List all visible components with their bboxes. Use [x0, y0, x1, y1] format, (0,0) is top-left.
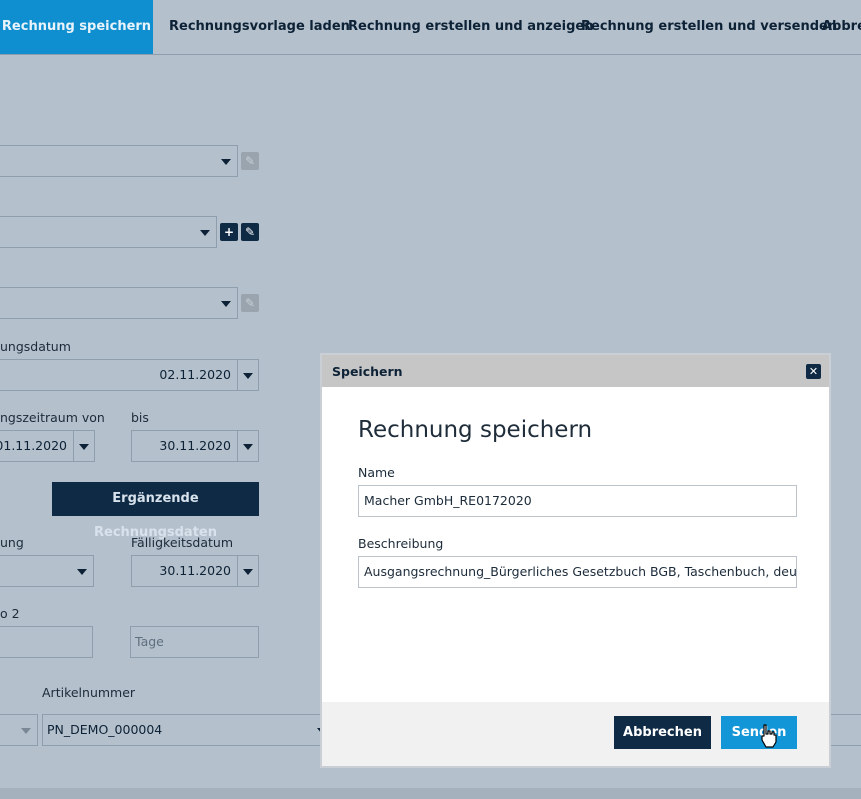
invoice-date-label: ungsdatum	[0, 339, 71, 354]
chevron-down-icon	[21, 728, 31, 734]
description-input[interactable]: Ausgangsrechnung_Bürgerliches Gesetzbuch…	[358, 556, 797, 588]
due-date-label: Fälligkeitsdatum	[131, 535, 234, 550]
chevron-down-icon	[243, 444, 253, 450]
plus-icon[interactable]: +	[220, 223, 238, 241]
dialog-header: Speichern ✕	[322, 355, 829, 387]
tab-rechnung-speichern[interactable]: Rechnung speichern	[0, 0, 153, 54]
extra-invoice-data-button[interactable]: Ergänzende Rechnungsdaten	[52, 482, 259, 540]
right-edge-field[interactable]	[829, 714, 861, 746]
field2-label: o 2	[0, 606, 20, 621]
tab-rechnung-erstellen-versenden[interactable]: Rechnung erstellen und versenden	[581, 0, 837, 54]
field2-input[interactable]	[0, 626, 93, 658]
select-field-2[interactable]	[0, 216, 217, 248]
payment-field[interactable]	[0, 555, 94, 587]
dialog-title: Rechnung speichern	[358, 417, 593, 443]
period-to-field[interactable]: 30.11.2020	[131, 430, 238, 462]
article-number-label: Artikelnummer	[42, 685, 136, 700]
chevron-down-icon	[77, 569, 87, 575]
select-field-3[interactable]	[0, 287, 238, 319]
chevron-down-icon	[243, 569, 253, 575]
period-to-dropdown[interactable]	[237, 430, 259, 462]
article-prefix-field[interactable]	[0, 714, 38, 746]
chevron-down-icon	[221, 159, 231, 165]
due-date-value: 30.11.2020	[159, 563, 231, 578]
period-to-label: bis	[131, 410, 149, 425]
pencil-icon[interactable]: ✎	[241, 152, 259, 170]
period-from-value: 01.11.2020	[0, 438, 67, 453]
tab-abbrechen[interactable]: Abbre	[822, 0, 861, 54]
dialog-header-title: Speichern	[332, 364, 403, 379]
pencil-icon[interactable]: ✎	[241, 223, 259, 241]
period-to-value: 30.11.2020	[159, 438, 231, 453]
period-from-dropdown[interactable]	[73, 430, 95, 462]
chevron-down-icon	[243, 373, 253, 379]
cancel-button[interactable]: Abbrechen	[614, 716, 711, 749]
name-input[interactable]: Macher GmbH_RE0172020	[358, 485, 797, 517]
dialog-footer: Abbrechen Senden	[322, 702, 829, 766]
days-placeholder: Tage	[135, 634, 164, 649]
invoice-date-field[interactable]: 02.11.2020	[0, 359, 238, 391]
tab-bar: Rechnung speichern Rechnungsvorlage lade…	[0, 0, 861, 55]
due-date-field[interactable]: 30.11.2020	[131, 555, 238, 587]
chevron-down-icon	[200, 230, 210, 236]
payment-label: ung	[0, 535, 24, 550]
days-input[interactable]: Tage	[130, 626, 259, 658]
close-icon[interactable]: ✕	[806, 364, 821, 379]
article-number-field[interactable]: PN_DEMO_000004	[42, 714, 332, 746]
save-dialog: Speichern ✕ Rechnung speichern Name Mach…	[322, 355, 829, 766]
hand-cursor-icon	[761, 724, 777, 748]
bottom-strip	[0, 788, 861, 799]
period-from-label: ngszeitraum von	[0, 410, 105, 425]
chevron-down-icon	[79, 444, 89, 450]
chevron-down-icon	[221, 301, 231, 307]
period-from-field[interactable]: 01.11.2020	[0, 430, 74, 462]
tab-rechnungsvorlage-laden[interactable]: Rechnungsvorlage laden	[169, 0, 350, 54]
due-date-dropdown[interactable]	[237, 555, 259, 587]
article-number-value: PN_DEMO_000004	[47, 722, 163, 737]
invoice-date-dropdown[interactable]	[237, 359, 259, 391]
select-field-1[interactable]	[0, 145, 238, 177]
name-label: Name	[358, 465, 395, 480]
description-label: Beschreibung	[358, 536, 444, 551]
pencil-icon[interactable]: ✎	[241, 294, 259, 312]
tab-rechnung-erstellen-anzeigen[interactable]: Rechnung erstellen und anzeigen	[348, 0, 593, 54]
invoice-date-value: 02.11.2020	[159, 367, 231, 382]
